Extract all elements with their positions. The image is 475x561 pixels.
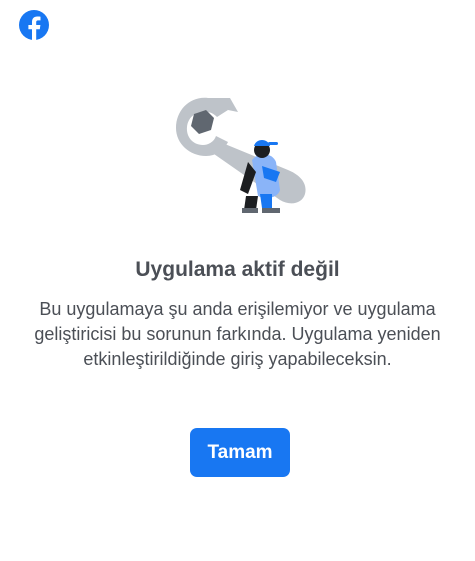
wrench-with-worker-illustration [176, 97, 306, 213]
ok-button[interactable]: Tamam [190, 428, 290, 477]
dialog-message: Bu uygulamaya şu anda erişilemiyor ve uy… [34, 299, 441, 369]
facebook-logo-icon [19, 10, 49, 40]
dialog-title: Uygulama aktif değil [135, 258, 340, 281]
app-not-active-page: Uygulama aktif değil Bu uygulamaya şu an… [0, 0, 475, 561]
